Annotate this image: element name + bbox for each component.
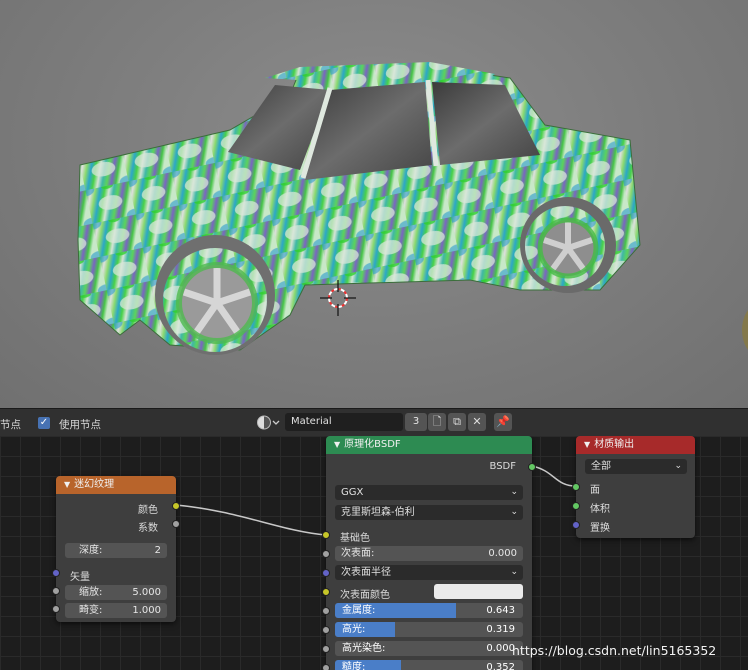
node-title: 材质输出 bbox=[594, 439, 635, 450]
output-color-label: 颜色 bbox=[138, 505, 158, 516]
check-icon: ✓ bbox=[39, 417, 49, 428]
subsurface-color-swatch[interactable] bbox=[434, 584, 523, 599]
3d-cursor-icon bbox=[320, 280, 356, 316]
sphere-material-icon bbox=[257, 415, 280, 430]
scale-label: 缩放: bbox=[79, 587, 103, 598]
unlink-button[interactable]: ✕ bbox=[468, 413, 486, 431]
3d-viewport[interactable] bbox=[0, 0, 748, 408]
metallic-value: 0.643 bbox=[486, 605, 515, 616]
node-header[interactable]: ▼ 材质输出 bbox=[576, 436, 695, 454]
subsurface-value: 0.000 bbox=[488, 548, 517, 559]
material-output-node[interactable]: ▼ 材质输出 全部 ⌄ 面 体积 置换 bbox=[576, 436, 695, 538]
surface-input-label: 面 bbox=[590, 485, 600, 496]
roughness-slider[interactable]: 糙度: 0.352 bbox=[335, 660, 523, 670]
specular-input-socket[interactable] bbox=[322, 626, 330, 634]
output-fac-label: 系数 bbox=[138, 523, 158, 534]
new-material-icon: 🗋 bbox=[432, 415, 442, 428]
output-bsdf-label: BSDF bbox=[489, 461, 516, 472]
roughness-value: 0.352 bbox=[486, 662, 515, 670]
scale-field[interactable]: 缩放: 5.000 bbox=[65, 585, 167, 600]
displacement-input-label: 置换 bbox=[590, 523, 610, 534]
magic-color-output-socket[interactable] bbox=[172, 502, 180, 510]
node-title: 迷幻纹理 bbox=[74, 479, 115, 490]
node-editor-canvas[interactable]: ▼ 迷幻纹理 颜色 系数 深度: 2 矢量 缩放: 5.000 畸变: 1.000… bbox=[0, 436, 748, 670]
specular-tint-value: 0.000 bbox=[486, 643, 515, 654]
bsdf-output-socket[interactable] bbox=[528, 463, 536, 471]
collapse-icon[interactable]: ▼ bbox=[64, 476, 70, 494]
subsurface-field[interactable]: 次表面: 0.000 bbox=[335, 546, 523, 561]
metallic-input-socket[interactable] bbox=[322, 607, 330, 615]
subsurface-method-value: 克里斯坦森-伯利 bbox=[341, 507, 415, 518]
specular-tint-slider[interactable]: 高光染色: 0.000 bbox=[335, 641, 523, 656]
subsurface-color-label: 次表面颜色 bbox=[340, 590, 390, 601]
material-name-field[interactable]: Material bbox=[285, 413, 403, 431]
magic-distortion-input-socket[interactable] bbox=[52, 605, 60, 613]
subsurface-method-dropdown[interactable]: 克里斯坦森-伯利 ⌄ bbox=[335, 505, 523, 520]
magic-texture-node[interactable]: ▼ 迷幻纹理 颜色 系数 深度: 2 矢量 缩放: 5.000 畸变: 1.000 bbox=[56, 476, 176, 622]
distortion-value: 1.000 bbox=[132, 605, 161, 616]
subsurface-label: 次表面: bbox=[341, 548, 375, 559]
collapse-icon[interactable]: ▼ bbox=[584, 436, 590, 454]
magic-fac-output-socket[interactable] bbox=[172, 520, 180, 528]
scale-value: 5.000 bbox=[132, 587, 161, 598]
material-browse-button[interactable] bbox=[256, 414, 282, 431]
subsurface-radius-label: 次表面半径 bbox=[341, 567, 391, 578]
duplicate-icon: ⧉ bbox=[453, 415, 461, 428]
node-editor-header: 节点 ✓ 使用节点 Material 3 🗋 ⧉ ✕ 📌 bbox=[0, 408, 748, 437]
use-nodes-label: 使用节点 bbox=[59, 419, 101, 431]
metallic-slider[interactable]: 金属度: 0.643 bbox=[335, 603, 523, 618]
close-icon: ✕ bbox=[472, 415, 482, 428]
chevron-down-icon: ⌄ bbox=[510, 507, 518, 517]
depth-field[interactable]: 深度: 2 bbox=[65, 543, 167, 558]
collapse-icon[interactable]: ▼ bbox=[334, 436, 340, 454]
specular-tint-input-socket[interactable] bbox=[322, 645, 330, 653]
subsurface-radius-dropdown[interactable]: 次表面半径 ⌄ bbox=[335, 565, 523, 580]
metallic-label: 金属度: bbox=[342, 605, 376, 616]
material-users-count[interactable]: 3 bbox=[405, 413, 427, 431]
specular-tint-label: 高光染色: bbox=[342, 643, 386, 654]
principled-bsdf-node[interactable]: ▼ 原理化BSDF BSDF GGX ⌄ 克里斯坦森-伯利 ⌄ 基础色 次表面: 0.… bbox=[326, 436, 532, 670]
output-target-value: 全部 bbox=[591, 461, 611, 472]
vector-label: 矢量 bbox=[70, 572, 90, 583]
chevron-down-icon: ⌄ bbox=[510, 487, 518, 497]
car-render bbox=[77, 62, 748, 355]
subsurface-color-input-socket[interactable] bbox=[322, 588, 330, 596]
specular-slider[interactable]: 高光: 0.319 bbox=[335, 622, 523, 637]
output-target-dropdown[interactable]: 全部 ⌄ bbox=[585, 459, 687, 474]
depth-value: 2 bbox=[154, 545, 161, 556]
roughness-label: 糙度: bbox=[342, 662, 366, 670]
specular-label: 高光: bbox=[342, 624, 366, 635]
duplicate-button[interactable]: ⧉ bbox=[448, 413, 466, 431]
distribution-value: GGX bbox=[341, 487, 364, 498]
editor-mode-label[interactable]: 节点 bbox=[0, 417, 21, 432]
node-title: 原理化BSDF bbox=[344, 439, 401, 450]
subsurface-radius-input-socket[interactable] bbox=[322, 569, 330, 577]
base-color-input-socket[interactable] bbox=[322, 531, 330, 539]
pin-button[interactable]: 📌 bbox=[494, 413, 512, 431]
new-material-button[interactable]: 🗋 bbox=[428, 413, 446, 431]
use-nodes-checkbox[interactable]: ✓ bbox=[38, 417, 50, 429]
watermark-url: https://blog.csdn.net/lin5165352 bbox=[512, 643, 717, 658]
magic-vector-input-socket[interactable] bbox=[52, 569, 60, 577]
node-header[interactable]: ▼ 迷幻纹理 bbox=[56, 476, 176, 494]
chevron-down-icon: ⌄ bbox=[674, 461, 682, 471]
volume-input-socket[interactable] bbox=[572, 502, 580, 510]
pin-icon: 📌 bbox=[496, 415, 510, 428]
depth-label: 深度: bbox=[79, 545, 103, 556]
distortion-label: 畸变: bbox=[79, 605, 103, 616]
chevron-down-icon: ⌄ bbox=[510, 567, 518, 577]
magic-scale-input-socket[interactable] bbox=[52, 587, 60, 595]
base-color-label: 基础色 bbox=[340, 533, 370, 544]
roughness-input-socket[interactable] bbox=[322, 664, 330, 670]
distortion-field[interactable]: 畸变: 1.000 bbox=[65, 603, 167, 618]
distribution-dropdown[interactable]: GGX ⌄ bbox=[335, 485, 523, 500]
specular-value: 0.319 bbox=[486, 624, 515, 635]
subsurface-input-socket[interactable] bbox=[322, 550, 330, 558]
surface-input-socket[interactable] bbox=[572, 483, 580, 491]
displacement-input-socket[interactable] bbox=[572, 521, 580, 529]
volume-input-label: 体积 bbox=[590, 504, 610, 515]
node-header[interactable]: ▼ 原理化BSDF bbox=[326, 436, 532, 454]
